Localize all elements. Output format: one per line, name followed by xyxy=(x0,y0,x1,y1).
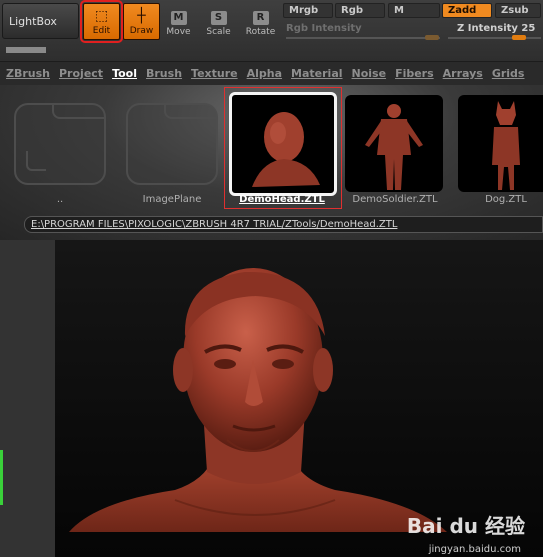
menu-tool[interactable]: Tool xyxy=(112,67,137,80)
edit-label: Edit xyxy=(92,26,111,36)
tool-label-imageplane: ImagePlane xyxy=(142,194,202,205)
draw-icon: ┼ xyxy=(137,8,146,24)
menu-alpha[interactable]: Alpha xyxy=(247,67,282,80)
z-intensity-slider[interactable] xyxy=(448,37,541,39)
tool-label-dog: Dog.ZTL xyxy=(485,194,527,205)
mrgb-button[interactable]: Mrgb xyxy=(283,3,333,18)
rgb-intensity-label: Rgb Intensity xyxy=(286,23,362,34)
up-arrow-icon xyxy=(26,151,46,171)
z-intensity-label: Z Intensity 25 xyxy=(457,23,536,34)
lightbox-slider[interactable] xyxy=(6,47,46,53)
menu-project[interactable]: Project xyxy=(59,67,103,80)
color-indicator xyxy=(0,450,3,505)
scale-icon: S xyxy=(210,11,227,25)
scale-label: Scale xyxy=(206,27,231,37)
z-intensity-value: 25 xyxy=(521,23,536,34)
edit-button[interactable]: ⬚ Edit xyxy=(80,0,123,43)
draw-button[interactable]: ┼ Draw xyxy=(123,3,160,40)
edit-icon: ⬚ xyxy=(94,8,109,24)
dog-thumbnail[interactable] xyxy=(458,95,543,192)
rotate-label: Rotate xyxy=(245,27,276,37)
soldier-thumbnail-icon xyxy=(365,104,423,190)
menu-grids[interactable]: Grids xyxy=(492,67,525,80)
menu-material[interactable]: Material xyxy=(291,67,342,80)
left-shelf xyxy=(0,240,55,557)
move-button[interactable]: M Move xyxy=(160,3,197,40)
menu-texture[interactable]: Texture xyxy=(191,67,238,80)
head-thumbnail-icon xyxy=(252,112,320,187)
watermark-logo: Bai du 经验 xyxy=(406,514,525,538)
zsub-button[interactable]: Zsub xyxy=(495,3,541,18)
document-canvas[interactable]: Bai du 经验 jingyan.baidu.com xyxy=(55,240,543,557)
demosoldier-thumbnail[interactable] xyxy=(345,95,443,192)
menu-brush[interactable]: Brush xyxy=(146,67,182,80)
parent-folder-tile[interactable] xyxy=(14,103,106,185)
watermark-url: jingyan.baidu.com xyxy=(428,544,521,555)
menu-bar: ZBrush Project Tool Brush Texture Alpha Materi… xyxy=(0,62,543,85)
lightbox-button[interactable]: LightBox xyxy=(2,3,79,39)
move-label: Move xyxy=(166,27,191,37)
demohead-thumbnail[interactable] xyxy=(229,92,337,196)
move-icon: M xyxy=(170,11,187,25)
z-intensity-knob[interactable] xyxy=(512,35,526,40)
menu-zbrush[interactable]: ZBrush xyxy=(6,67,50,80)
tool-label-demosoldier: DemoSoldier.ZTL xyxy=(352,194,438,205)
menu-fibers[interactable]: Fibers xyxy=(395,67,434,80)
dog-thumbnail-icon xyxy=(492,101,520,190)
scale-button[interactable]: S Scale xyxy=(200,3,237,40)
rgb-intensity-knob[interactable] xyxy=(425,35,439,40)
imageplane-tile[interactable] xyxy=(126,103,218,185)
rotate-button[interactable]: R Rotate xyxy=(242,3,279,40)
rotate-icon: R xyxy=(252,11,269,25)
m-button[interactable]: M xyxy=(388,3,440,18)
draw-label: Draw xyxy=(129,26,154,36)
zadd-button[interactable]: Zadd xyxy=(442,3,492,18)
tool-label-demohead: DemoHead.ZTL xyxy=(239,194,325,205)
top-toolbar: LightBox ⬚ Edit ┼ Draw M Move S Scale R … xyxy=(0,0,543,62)
tool-label-parent: .. xyxy=(56,194,64,205)
menu-arrays[interactable]: Arrays xyxy=(443,67,483,80)
menu-noise[interactable]: Noise xyxy=(352,67,387,80)
rgb-button[interactable]: Rgb xyxy=(335,3,385,18)
tool-path-field[interactable]: E:\PROGRAM FILES\PIXOLOGIC\ZBRUSH 4R7 TR… xyxy=(24,216,543,233)
rgb-intensity-slider[interactable] xyxy=(286,37,440,39)
